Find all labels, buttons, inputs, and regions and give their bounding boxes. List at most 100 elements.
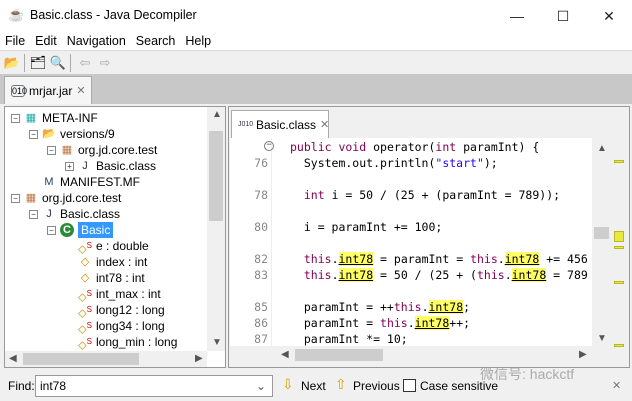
menu-search[interactable]: Search: [131, 32, 181, 50]
collapse-icon[interactable]: −: [29, 129, 38, 139]
menu-navigation[interactable]: Navigation: [62, 32, 131, 50]
scroll-thumb[interactable]: [23, 353, 139, 365]
scroll-right-icon[interactable]: ▶: [579, 349, 587, 360]
file-tab-bar: 010 mrjar.jar ✕: [0, 74, 632, 104]
tree-item[interactable]: M MANIFEST.MF: [29, 174, 140, 190]
open-type-icon[interactable]: 🗂: [29, 55, 47, 71]
collapse-icon[interactable]: −: [11, 193, 20, 203]
tree-item[interactable]: − J Basic.class: [29, 206, 120, 222]
chevron-down-icon[interactable]: ⌄: [256, 379, 266, 393]
field-icon: ◇: [80, 256, 90, 268]
scroll-thumb[interactable]: [295, 349, 383, 361]
search-marker[interactable]: [614, 231, 624, 242]
scroll-left-icon[interactable]: ◀: [9, 353, 17, 364]
close-find-icon[interactable]: ✕: [612, 379, 621, 392]
menu-file[interactable]: File: [0, 32, 30, 50]
folder-icon: 📂: [42, 128, 56, 140]
tree-panel: − ▦ META-INF − 📂 versions/9− ▦ org.jd.core.test…: [4, 106, 226, 368]
menu-edit[interactable]: Edit: [30, 32, 62, 50]
static-field-icon: ◇S: [78, 321, 92, 336]
scroll-left-icon[interactable]: ◀: [281, 349, 289, 360]
tree-item[interactable]: + J Basic.class: [65, 158, 156, 174]
tree-item[interactable]: − ▦ META-INF: [11, 110, 98, 126]
tree-item[interactable]: ◇ int78 : int: [65, 270, 145, 286]
scroll-up-icon[interactable]: ▲: [212, 109, 222, 120]
tree-item[interactable]: − C Basic: [47, 222, 114, 238]
line-number: 82: [254, 252, 268, 266]
search-marker[interactable]: [614, 281, 624, 284]
tree-item-label: index : int: [96, 255, 148, 269]
scroll-up-icon[interactable]: ▲: [597, 143, 607, 154]
line-number: [248, 171, 268, 187]
close-button[interactable]: ✕: [586, 4, 632, 28]
tree-item[interactable]: ◇S int_max : int: [65, 286, 161, 304]
code-line: i = paramInt += 100;: [290, 220, 443, 234]
close-tab-icon[interactable]: ✕: [76, 84, 85, 97]
tree-item-label: long12 : long: [96, 303, 165, 317]
tab-label: Basic.class: [256, 117, 317, 132]
tree-item[interactable]: ◇S e : double: [65, 238, 149, 256]
back-icon[interactable]: ⇦: [76, 55, 94, 71]
case-sensitive-checkbox[interactable]: [403, 379, 416, 392]
scroll-right-icon[interactable]: ▶: [195, 353, 203, 364]
maximize-button[interactable]: ☐: [540, 4, 586, 28]
tab-basic-class[interactable]: J010 Basic.class ✕: [231, 110, 329, 138]
minimize-button[interactable]: —: [494, 4, 540, 28]
collapse-icon[interactable]: −: [29, 209, 38, 219]
class-file-icon: J: [46, 208, 52, 220]
collapse-icon[interactable]: −: [11, 113, 20, 123]
previous-button[interactable]: Previous: [353, 379, 400, 393]
tree-item[interactable]: ◇S long_min : long: [65, 334, 177, 352]
forward-icon[interactable]: ⇨: [96, 55, 114, 71]
tree-item[interactable]: − ▦ org.jd.core.test: [47, 142, 157, 158]
find-bar: Find: int78 ⌄ ⇩ Next ⇧ Previous Case sens…: [0, 366, 632, 401]
tree-item-label: org.jd.core.test: [78, 143, 158, 157]
scroll-thumb[interactable]: [594, 227, 609, 239]
menu-bar: File Edit Navigation Search Help: [0, 32, 632, 50]
line-number: [248, 283, 268, 299]
scroll-down-icon[interactable]: ▼: [212, 337, 222, 348]
collapse-icon[interactable]: −: [47, 145, 56, 155]
tree-item-label: org.jd.core.test: [42, 191, 122, 205]
static-field-icon: ◇S: [78, 337, 92, 352]
search-marker[interactable]: [614, 246, 624, 249]
search-icon[interactable]: 🔍: [49, 55, 67, 71]
code-editor[interactable]: − public void operator(int paramInt) {76…: [230, 138, 592, 346]
tree-item[interactable]: ◇S long12 : long: [65, 302, 165, 320]
class-icon: C: [60, 223, 74, 237]
tree-item-label: Basic.class: [96, 159, 157, 173]
line-number: 87: [254, 332, 268, 346]
previous-arrow-icon[interactable]: ⇧: [335, 376, 347, 393]
find-input[interactable]: int78 ⌄: [35, 375, 273, 397]
collapse-icon[interactable]: −: [47, 225, 56, 235]
tree-item[interactable]: ◇S long34 : long: [65, 318, 165, 336]
class-file-icon: J: [82, 160, 88, 172]
code-horizontal-scrollbar[interactable]: ◀ ▶: [231, 347, 593, 363]
tree-item-label: Basic: [78, 222, 114, 238]
next-arrow-icon[interactable]: ⇩: [282, 376, 294, 393]
close-tab-icon[interactable]: ✕: [320, 118, 329, 131]
vertical-scrollbar[interactable]: ▲ ▼: [207, 107, 225, 351]
tree-item[interactable]: − 📂 versions/9: [29, 126, 115, 142]
toolbar-divider: [24, 54, 25, 72]
tree-item-label: long34 : long: [96, 319, 165, 333]
tab-mrjar[interactable]: 010 mrjar.jar ✕: [4, 76, 92, 104]
horizontal-scrollbar[interactable]: ◀ ▶: [5, 351, 207, 367]
line-number: 76: [254, 156, 268, 170]
search-marker[interactable]: [614, 160, 624, 163]
line-number: 83: [254, 268, 268, 282]
tree-item-label: versions/9: [60, 127, 115, 141]
next-button[interactable]: Next: [301, 379, 326, 393]
scroll-thumb[interactable]: [209, 131, 223, 221]
menu-help[interactable]: Help: [180, 32, 216, 50]
tree-item[interactable]: ◇ index : int: [65, 254, 148, 270]
tab-label: mrjar.jar: [29, 83, 73, 98]
open-file-icon[interactable]: 📂: [3, 55, 21, 71]
search-marker[interactable]: [614, 344, 624, 347]
scroll-down-icon[interactable]: ▼: [597, 333, 607, 344]
line-number: [248, 203, 268, 219]
code-line: System.out.println("start");: [290, 156, 498, 170]
tree-item[interactable]: − ▦ org.jd.core.test: [11, 190, 121, 206]
expand-icon[interactable]: +: [65, 161, 74, 171]
code-vertical-scrollbar[interactable]: ▲ ▼: [593, 139, 610, 347]
